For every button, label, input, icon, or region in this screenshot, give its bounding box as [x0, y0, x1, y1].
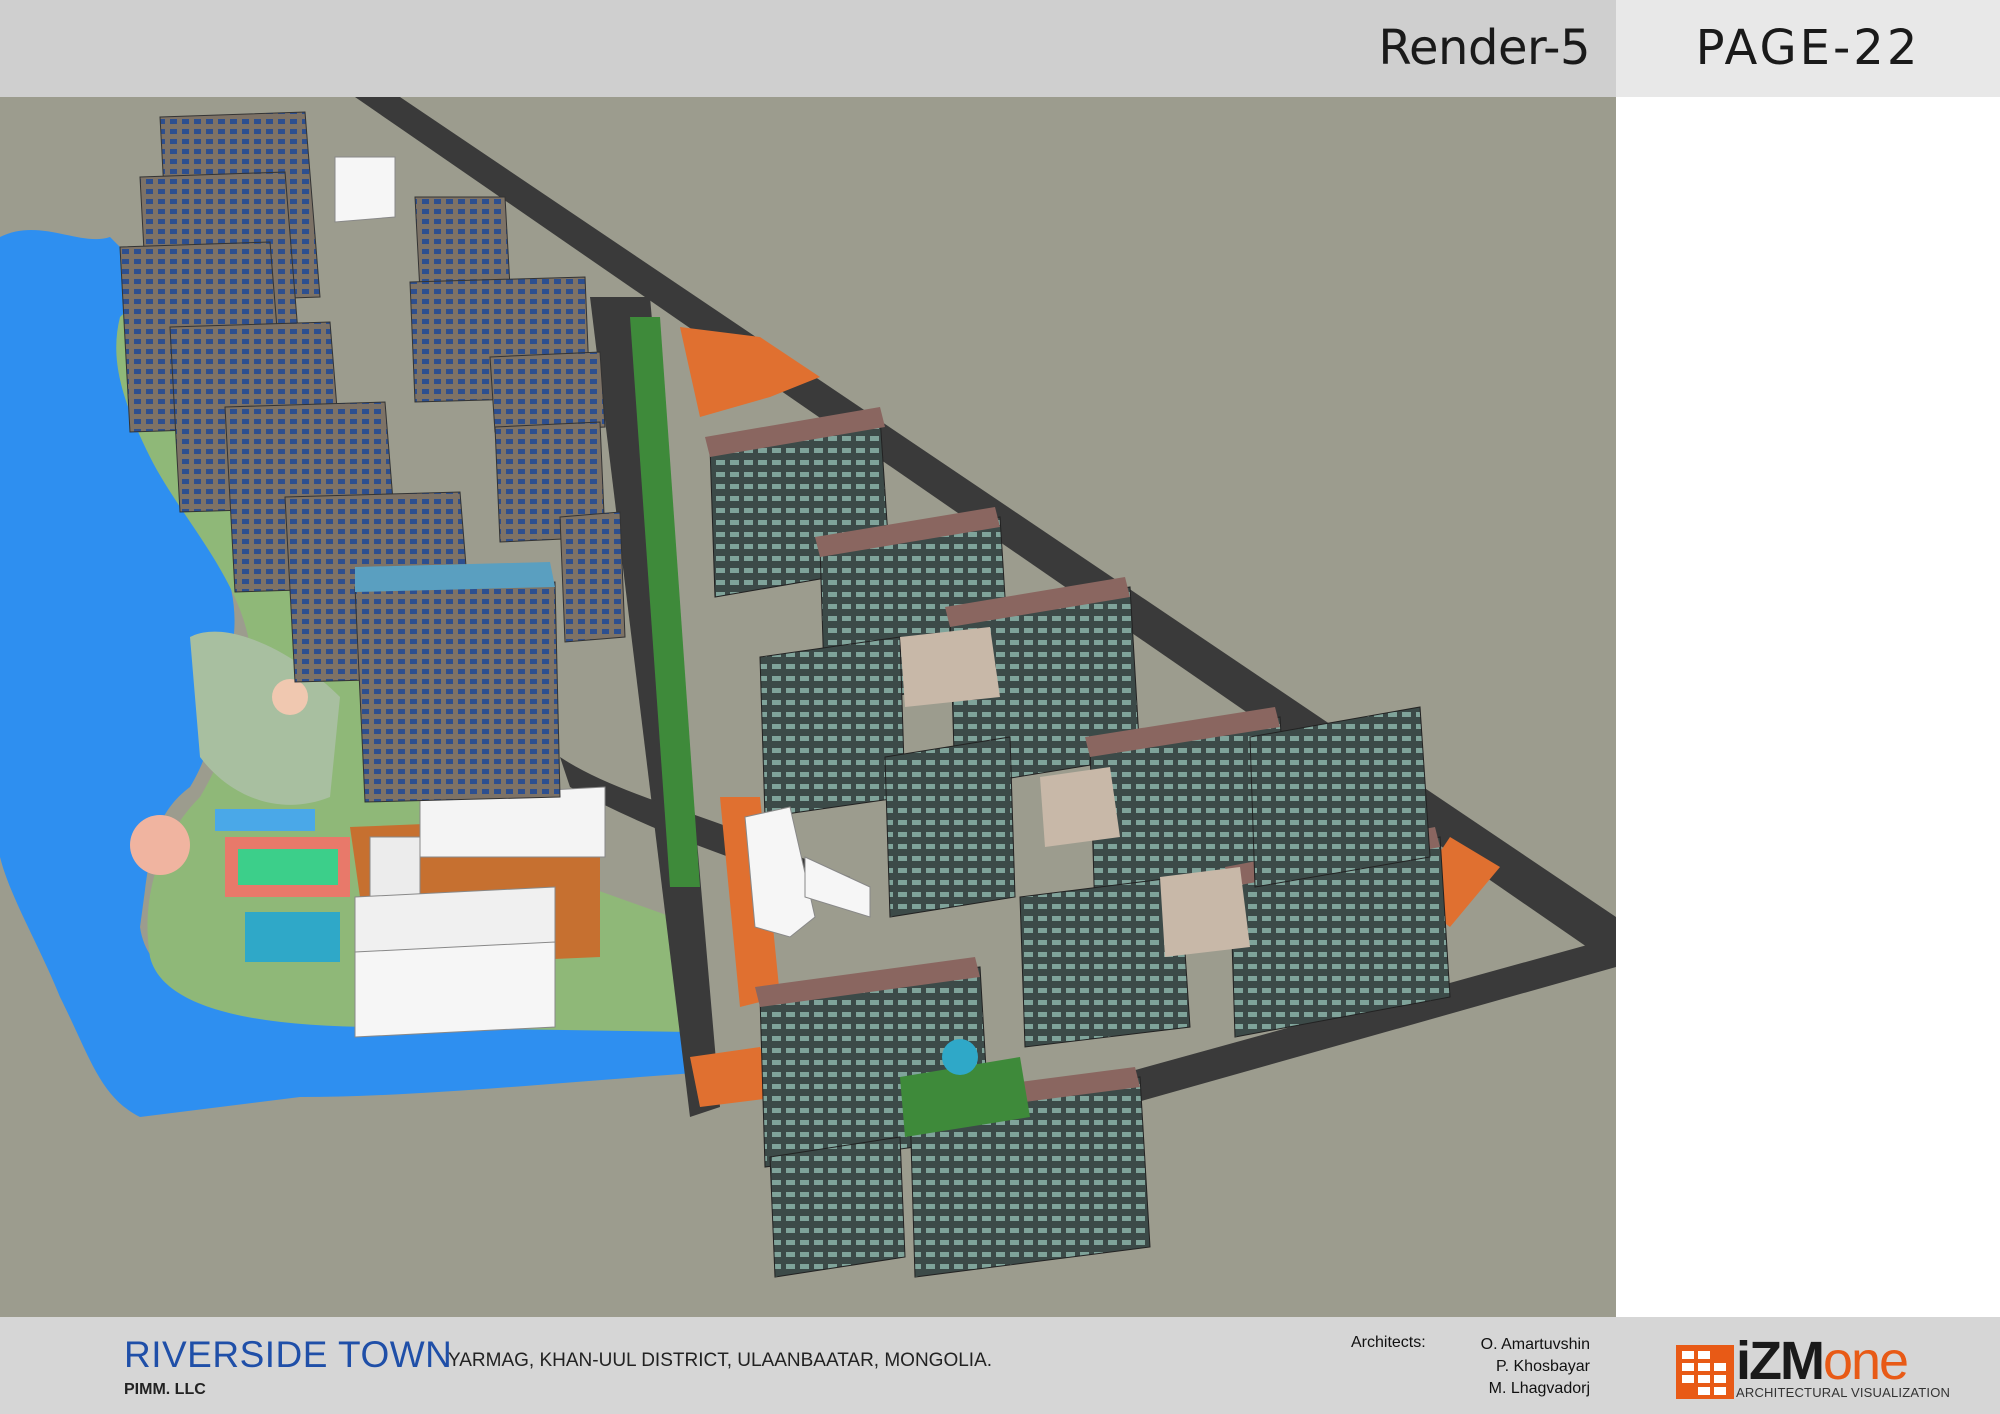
architect-name: M. Lhagvadorj	[1488, 1380, 1590, 1397]
margin-area	[1616, 97, 2000, 1317]
header-page-area: PAGE-22	[1616, 0, 2000, 97]
architects-list: O. Amartuvshin P. Khosbayar M. Lhagvador…	[1481, 1334, 1590, 1400]
logo-tagline: ARCHITECTURAL VISUALIZATION	[1736, 1385, 1951, 1400]
company-name: PIMM. LLC	[124, 1381, 206, 1398]
aerial-render-image	[0, 97, 1616, 1317]
architect-name: P. Khosbayar	[1496, 1358, 1590, 1375]
izmone-logo: iZMone ARCHITECTURAL VISUALIZATION	[1672, 1333, 1972, 1401]
izmone-logo-mark	[1676, 1345, 1734, 1399]
round-plaza	[130, 815, 190, 875]
architects-label: Architects:	[1351, 1334, 1426, 1351]
header-bar: Render-5 PAGE-22	[0, 0, 2000, 97]
logo-prefix: i	[1736, 1331, 1751, 1391]
logo-suffix: one	[1822, 1331, 1909, 1391]
architect-name: O. Amartuvshin	[1480, 1336, 1590, 1353]
render-title: Render-5	[1378, 20, 1590, 76]
basketball-court	[245, 912, 340, 962]
project-title: RIVERSIDE TOWN	[124, 1334, 453, 1375]
project-location: YARMAG, KHAN-UUL DISTRICT, ULAANBAATAR, …	[448, 1350, 993, 1371]
header-title-area: Render-5	[0, 0, 1616, 97]
logo-wordmark: iZMone	[1736, 1331, 1909, 1391]
logo-middle: ZM	[1749, 1331, 1825, 1391]
page-number: PAGE-22	[1695, 20, 1921, 76]
footer-bar: RIVERSIDE TOWN YARMAG, KHAN-UUL DISTRICT…	[0, 1317, 2000, 1414]
aerial-site-render	[0, 97, 1616, 1317]
